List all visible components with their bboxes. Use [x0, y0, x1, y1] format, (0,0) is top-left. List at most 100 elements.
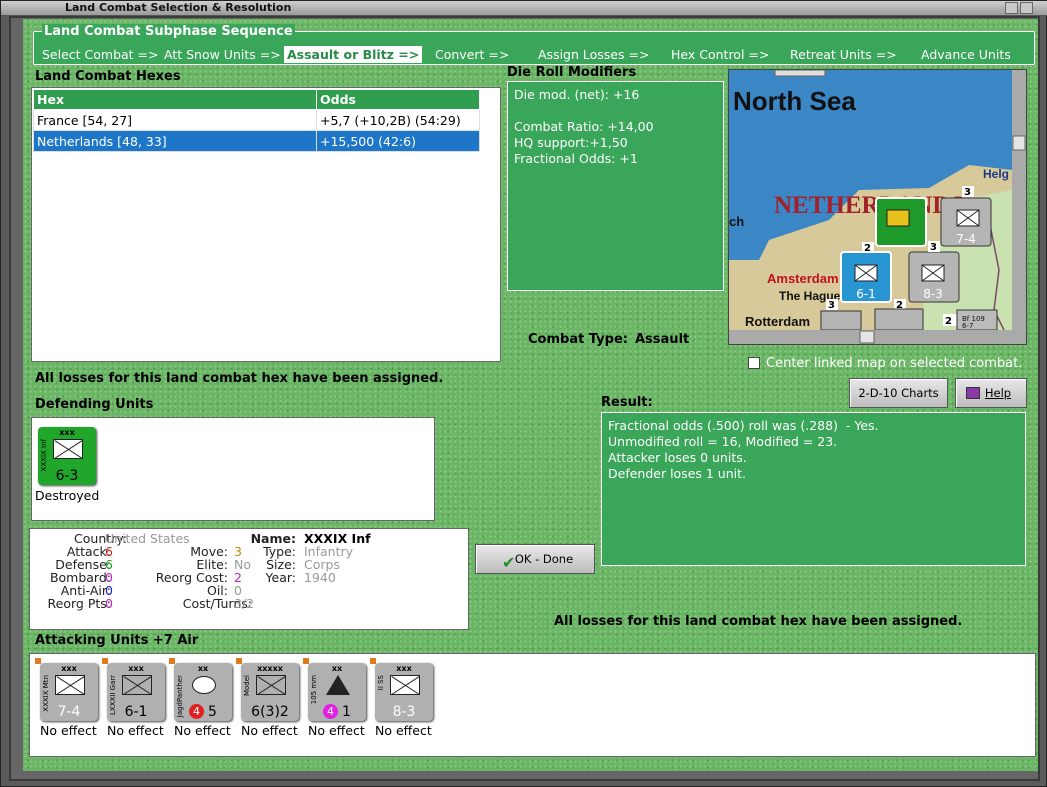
- attacking-unit-counter[interactable]: xx JagdPanther 4 5: [169, 658, 232, 721]
- year-key: Year:: [265, 570, 296, 585]
- charts-button[interactable]: 2-D-10 Charts: [849, 378, 948, 408]
- unit-size: xxx: [59, 428, 75, 437]
- help-label: Help: [984, 386, 1012, 400]
- defending-status: Destroyed: [35, 488, 100, 503]
- step-convert[interactable]: Convert =>: [435, 47, 509, 62]
- unit-name: Model: [243, 675, 251, 697]
- unit-effect: No effect: [241, 723, 298, 738]
- window-title: Land Combat Selection & Resolution: [65, 1, 292, 14]
- table-row[interactable]: France [54, 27] +5,7 (+10,2B) (54:29): [33, 109, 480, 131]
- result-box: Fractional odds (.500) roll was (.288) -…: [601, 412, 1026, 566]
- hq-icon: [256, 675, 286, 695]
- unit-value: 7-4: [57, 704, 81, 720]
- map-counter-6-1[interactable]: 6-1: [840, 251, 892, 303]
- die-title: Die Roll Modifiers: [507, 65, 637, 80]
- map-counter-value: 7-4: [956, 232, 976, 246]
- map-label-helg: Helg: [983, 167, 1009, 181]
- reorg-value: 0: [105, 596, 113, 611]
- map-view[interactable]: North Sea NETHERLANDS Amsterdam The Hagu…: [729, 69, 1026, 344]
- unit-value: 5: [208, 704, 217, 720]
- map-counter-value: 6-1: [856, 287, 876, 301]
- map-label-netherlands: NETHERLANDS: [774, 192, 964, 219]
- attacking-unit-counter[interactable]: xxx II SS 8-3: [370, 658, 433, 721]
- unit-size: xxx: [396, 664, 412, 673]
- step-advance-units[interactable]: Advance Units: [921, 47, 1011, 62]
- odds-cell[interactable]: +15,500 (42:6): [316, 130, 480, 152]
- ok-label: OK - Done: [514, 552, 574, 566]
- combat-window: Land Combat Selection & Resolution Land …: [0, 0, 1047, 787]
- step-select-combat[interactable]: Select Combat =>: [42, 47, 159, 62]
- step-retreat-units[interactable]: Retreat Units =>: [790, 47, 897, 62]
- map-counter-8-3[interactable]: 8-3: [908, 251, 960, 303]
- garrison-icon: [122, 675, 152, 695]
- attacking-units-panel: xxx XXXIX Mtn 7-4 No effect xxx LXXXII G…: [29, 653, 1036, 757]
- hexes-header: Hex Odds: [33, 89, 480, 110]
- reorg-key: Reorg Pts:: [47, 596, 111, 611]
- stack-number: 3: [828, 300, 835, 311]
- losses-message-bottom: All losses for this land combat hex have…: [554, 614, 963, 629]
- table-row-selected[interactable]: Netherlands [48, 33] +15,500 (42:6): [33, 130, 480, 152]
- unit-name: II SS: [377, 675, 385, 691]
- stack-number: 3: [930, 242, 937, 253]
- unit-effect: No effect: [308, 723, 365, 738]
- step-hex-control[interactable]: Hex Control =>: [671, 47, 769, 62]
- col-hex[interactable]: Hex: [33, 89, 317, 110]
- center-map-checkbox[interactable]: [748, 357, 760, 369]
- unit-size: xxxxx: [257, 664, 283, 673]
- map-label-north-sea: North Sea: [733, 86, 856, 116]
- unit-size: xxx: [128, 664, 144, 673]
- step-assault-or-blitz[interactable]: Assault or Blitz =>: [283, 46, 423, 63]
- unit-effect: No effect: [107, 723, 164, 738]
- map-label-rotterdam: Rotterdam: [745, 314, 810, 329]
- unit-info-panel: Country: United States Attack: 6 Defense…: [29, 528, 469, 630]
- combat-type-label: Combat Type:: [528, 332, 628, 347]
- defending-units-panel: xxx XXXIX Inf 6-3 Destroyed: [31, 417, 435, 521]
- odds-cell[interactable]: +5,7 (+10,2B) (54:29): [316, 109, 480, 131]
- step-att-snow-units[interactable]: Att Snow Units =>: [164, 47, 281, 62]
- mountain-infantry-icon: [55, 675, 85, 695]
- minimize-button[interactable]: [1005, 2, 1018, 14]
- infantry-icon: [390, 675, 420, 695]
- map-counter-7-4[interactable]: 7-4: [940, 197, 992, 247]
- artillery-icon: [326, 675, 350, 695]
- unit-size: xx: [197, 664, 209, 673]
- stack-number: 2: [945, 316, 952, 327]
- hexes-title: Land Combat Hexes: [35, 69, 181, 84]
- losses-message-top: All losses for this land combat hex have…: [35, 371, 444, 386]
- unit-value: 6-3: [55, 468, 79, 484]
- sequence-caption: Land Combat Subphase Sequence: [42, 24, 295, 39]
- map-hscroll: [729, 330, 1026, 344]
- unit-name: JagdPanther: [176, 675, 184, 718]
- map-label-ch: ch: [729, 214, 744, 229]
- map-bf-value: 6-7: [962, 322, 973, 330]
- stack-number: 2: [864, 243, 871, 254]
- hex-cell[interactable]: France [54, 27]: [33, 109, 317, 131]
- unit-name: 105 mm: [310, 675, 318, 705]
- unit-badge: 4: [323, 704, 338, 719]
- country-value: United States: [105, 531, 190, 546]
- ok-done-button[interactable]: ✔ OK - Done: [475, 544, 595, 574]
- hexes-table: Hex Odds France [54, 27] +5,7 (+10,2B) (…: [33, 89, 480, 152]
- map-counter-selected[interactable]: [875, 197, 927, 247]
- unit-effect: No effect: [40, 723, 97, 738]
- center-map-label[interactable]: Center linked map on selected combat.: [766, 356, 1022, 371]
- unit-effect: No effect: [174, 723, 231, 738]
- unit-value: 6-1: [124, 704, 148, 720]
- attacking-unit-counter[interactable]: xx 105 mm 4 1: [303, 658, 366, 721]
- attacking-unit-counter[interactable]: xxx LXXXII Garr 6-1: [102, 658, 165, 721]
- infantry-icon: [53, 439, 83, 459]
- close-button[interactable]: [1020, 2, 1033, 14]
- year-value: 1940: [304, 570, 336, 585]
- help-button[interactable]: Help: [955, 378, 1027, 408]
- unit-value: 8-3: [392, 704, 416, 720]
- attacking-unit-counter[interactable]: xxx XXXIX Mtn 7-4: [35, 658, 98, 721]
- col-odds[interactable]: Odds: [316, 89, 480, 110]
- attacking-unit-counter[interactable]: xxxxx Model 6(3)2: [236, 658, 299, 721]
- hex-cell[interactable]: Netherlands [48, 33]: [33, 130, 317, 152]
- unit-size: xxx: [61, 664, 77, 673]
- defending-unit-counter[interactable]: xxx XXXIX Inf 6-3: [38, 427, 96, 485]
- die-modifiers-box: Die mod. (net): +16 Combat Ratio: +14,00…: [507, 81, 724, 291]
- map-label-amsterdam: Amsterdam: [767, 271, 839, 286]
- unit-value: 6(3)2: [251, 704, 289, 720]
- step-assign-losses[interactable]: Assign Losses =>: [538, 47, 649, 62]
